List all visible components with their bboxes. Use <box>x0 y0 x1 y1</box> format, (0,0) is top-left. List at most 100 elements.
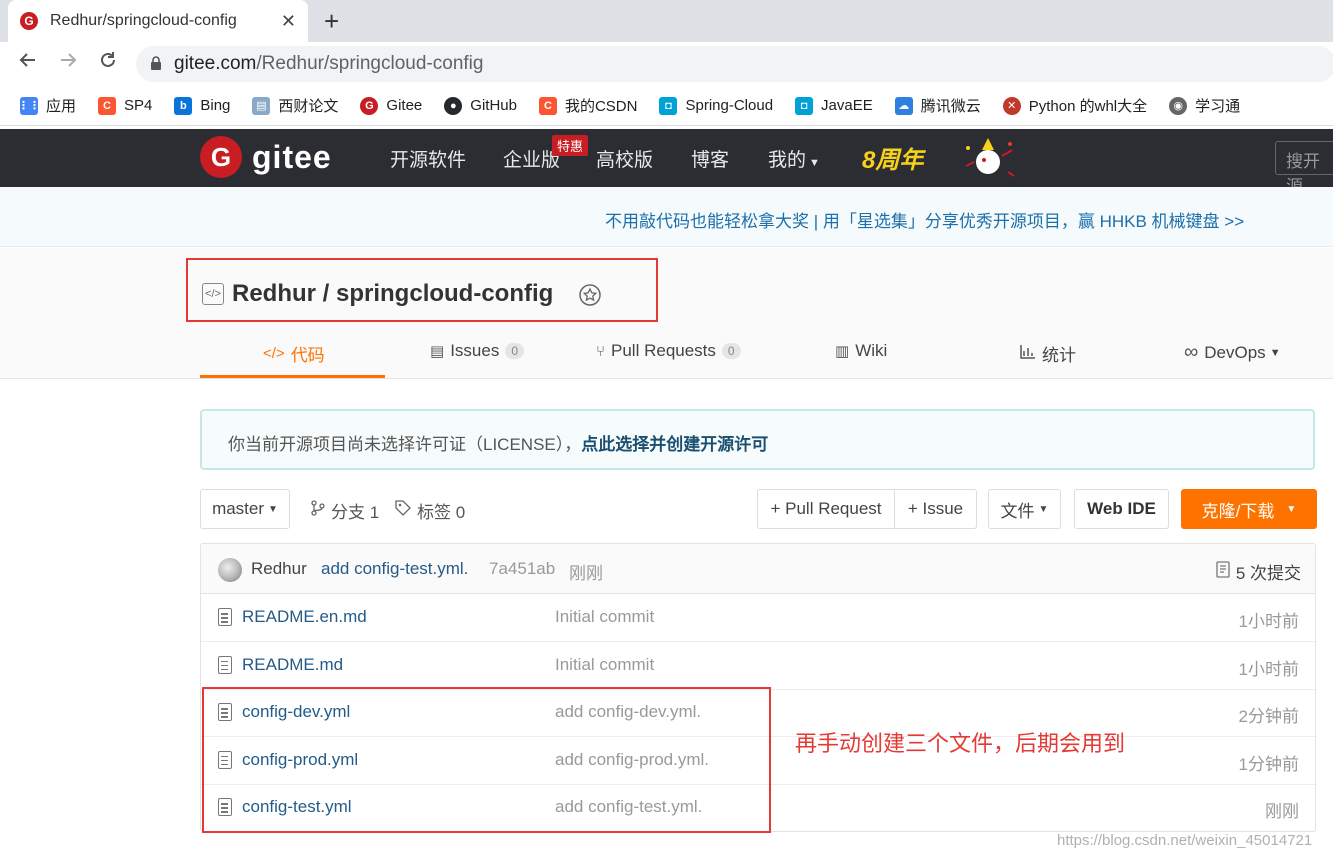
python-icon: ✕ <box>1002 96 1021 115</box>
chevron-down-icon: ▼ <box>268 503 278 515</box>
browser-tab[interactable]: G Redhur/springcloud-config ✕ <box>8 0 308 42</box>
tab-devops[interactable]: ∞ DevOps ▼ <box>1184 341 1281 364</box>
code-icon: </> <box>263 345 285 362</box>
browser-tab-strip: G Redhur/springcloud-config ✕ + <box>0 0 1333 42</box>
file-commit-time: 2分钟前 <box>1238 707 1299 727</box>
project-title[interactable]: Redhur / springcloud-config <box>232 280 553 308</box>
nav-education[interactable]: 高校版 <box>596 145 653 172</box>
commits-link[interactable]: 5 次提交 <box>1216 559 1301 584</box>
issues-count: 0 <box>505 343 525 359</box>
bookmark-label: 腾讯微云 <box>920 98 981 115</box>
nav-mine[interactable]: 我的 ▼ <box>768 145 820 172</box>
bookmark-item[interactable]: ✕ Python 的whl大全 <box>1002 95 1148 116</box>
bookmark-item[interactable]: G Gitee <box>360 96 422 115</box>
latest-commit-row: Redhur add config-test.yml. 7a451ab 刚刚 5… <box>201 544 1315 594</box>
file-icon <box>218 655 232 674</box>
clone-download-button[interactable]: 克隆/下载 ▼ <box>1181 489 1317 529</box>
new-tab-button[interactable]: + <box>324 6 339 37</box>
commits-count: 5 次提交 <box>1235 564 1301 583</box>
file-menu-label: 文件 <box>1000 501 1035 521</box>
tab-stats[interactable]: 统计 <box>1020 341 1076 366</box>
nav-open-source[interactable]: 开源软件 <box>390 145 466 172</box>
issues-icon: ▤ <box>430 343 445 360</box>
address-bar[interactable]: gitee.com/Redhur/springcloud-config <box>136 46 1333 82</box>
commit-author[interactable]: Redhur <box>251 559 307 579</box>
bookmark-item[interactable]: b Bing <box>174 96 230 115</box>
bookmark-item[interactable]: C 我的CSDN <box>538 95 637 116</box>
promo-banner: 不用敲代码也能轻松拿大奖 | 用「星选集」分享优秀开源项目，赢 HHKB 机械键… <box>0 187 1333 247</box>
weiyun-icon: ☁ <box>894 96 913 115</box>
tab-devops-label: DevOps <box>1204 342 1266 362</box>
bookmark-item[interactable]: ● GitHub <box>444 96 517 115</box>
github-icon: ● <box>444 96 463 115</box>
tab-wiki[interactable]: ▥ Wiki <box>835 341 887 361</box>
bookmark-label: GitHub <box>470 97 517 114</box>
tab-wiki-label: Wiki <box>855 341 888 360</box>
file-commit-time: 1小时前 <box>1238 659 1299 679</box>
promo-link[interactable]: 不用敲代码也能轻松拿大奖 | 用「星选集」分享优秀开源项目，赢 HHKB 机械键… <box>605 207 1244 232</box>
web-ide-button[interactable]: Web IDE <box>1074 489 1169 529</box>
infinity-icon: ∞ <box>1184 341 1199 363</box>
bookmark-label: 西财论文 <box>278 98 339 115</box>
avatar[interactable] <box>218 558 242 582</box>
file-name-link[interactable]: README.md <box>242 655 343 675</box>
annotation-text: 再手动创建三个文件，后期会用到 <box>795 731 1126 756</box>
bookmark-label: Python 的whl大全 <box>1028 98 1148 115</box>
gitee-logo-icon: G <box>200 136 242 178</box>
tab-code-label: 代码 <box>290 346 325 365</box>
url-path: /Redhur/springcloud-config <box>256 53 484 74</box>
apps-grid-icon: ⋮⋮ <box>18 96 40 115</box>
commit-hash[interactable]: 7a451ab <box>489 559 555 579</box>
gitee-logo-text: gitee <box>252 138 332 175</box>
tab-stats-label: 统计 <box>1042 346 1076 365</box>
file-name-link[interactable]: README.en.md <box>242 607 367 627</box>
active-tab-indicator <box>200 375 385 378</box>
close-tab-icon[interactable]: ✕ <box>281 11 296 32</box>
pull-requests-count: 0 <box>721 343 741 359</box>
file-commit-time: 刚刚 <box>1265 802 1299 822</box>
commit-message[interactable]: add config-test.yml. <box>321 559 468 579</box>
tab-title: Redhur/springcloud-config <box>50 12 237 29</box>
branch-name: master <box>212 499 265 518</box>
tab-issues[interactable]: ▤ Issues 0 <box>430 341 525 361</box>
bookmark-label: 应用 <box>46 98 77 115</box>
table-row: README.md Initial commit 1小时前 <box>201 642 1315 690</box>
bing-icon: b <box>174 96 193 115</box>
anniversary-banner[interactable]: 8周年 <box>862 140 923 175</box>
create-license-link[interactable]: 点此选择并创建开源许可 <box>581 435 768 454</box>
bookmark-item[interactable]: ⋮⋮ 应用 <box>18 95 77 116</box>
gitee-header: G gitee <box>0 129 1333 187</box>
file-menu-button[interactable]: 文件 ▼ <box>988 489 1061 529</box>
file-commit-message[interactable]: Initial commit <box>555 607 654 627</box>
bookmark-item[interactable]: ◘ Spring-Cloud <box>659 96 773 115</box>
bookmark-label: JavaEE <box>821 97 873 114</box>
new-issue-button[interactable]: + Issue <box>894 489 977 529</box>
bookmark-item[interactable]: ◘ JavaEE <box>795 96 873 115</box>
license-notice-text: 你当前开源项目尚未选择许可证（LICENSE），点此选择并创建开源许可 <box>228 430 768 455</box>
new-pull-request-button[interactable]: + Pull Request <box>757 489 895 529</box>
forward-arrow-icon[interactable] <box>54 50 82 76</box>
tags-link[interactable]: 标签 0 <box>395 498 465 523</box>
bookmark-item[interactable]: ▤ 西财论文 <box>252 95 338 116</box>
file-icon <box>218 608 232 626</box>
code-repo-icon: </> <box>202 283 224 305</box>
book-icon: ▥ <box>835 343 850 360</box>
tab-pull-requests[interactable]: ⑂ Pull Requests 0 <box>596 341 741 361</box>
gitee-logo[interactable]: G gitee <box>200 136 332 178</box>
pull-request-icon: ⑂ <box>596 342 606 360</box>
search-input[interactable]: 搜开源 <box>1275 141 1333 196</box>
license-notice: 你当前开源项目尚未选择许可证（LICENSE），点此选择并创建开源许可 <box>200 409 1315 470</box>
bookmark-item[interactable]: C SP4 <box>98 96 152 115</box>
url-host: gitee.com <box>174 53 257 74</box>
branch-select[interactable]: master ▼ <box>200 489 290 529</box>
reload-icon[interactable] <box>94 50 122 76</box>
branches-link[interactable]: 分支 1 <box>311 498 379 523</box>
gitee-icon: G <box>360 96 379 115</box>
file-commit-message[interactable]: Initial commit <box>555 655 654 675</box>
tab-code[interactable]: </> 代码 <box>263 341 325 366</box>
nav-blog[interactable]: 博客 <box>691 145 729 172</box>
back-arrow-icon[interactable] <box>14 50 42 76</box>
bookmark-item[interactable]: ◉ 学习通 <box>1169 95 1240 116</box>
clone-download-label: 克隆/下载 <box>1201 501 1275 521</box>
bookmark-item[interactable]: ☁ 腾讯微云 <box>894 95 981 116</box>
